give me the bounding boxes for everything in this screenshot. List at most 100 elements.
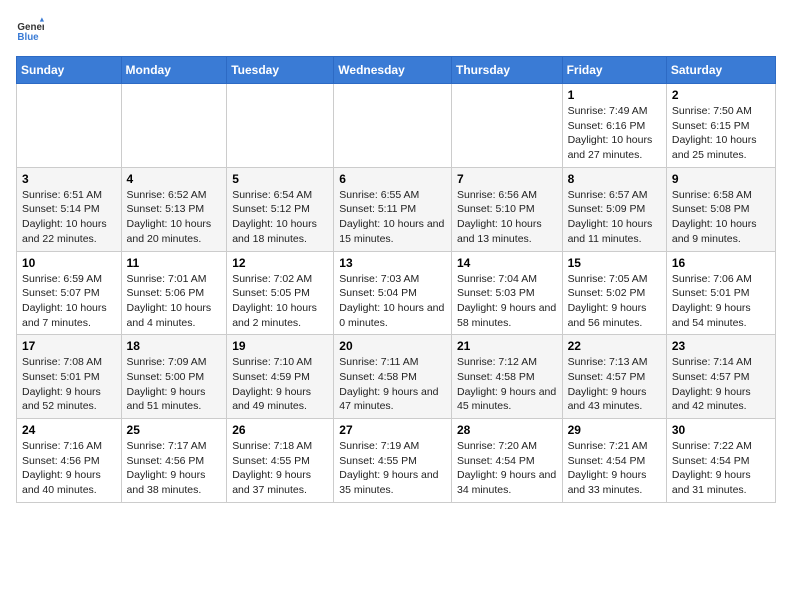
day-info: Sunrise: 7:01 AM Sunset: 5:06 PM Dayligh… xyxy=(127,272,222,331)
day-info: Sunrise: 7:20 AM Sunset: 4:54 PM Dayligh… xyxy=(457,439,557,498)
day-number: 19 xyxy=(232,339,328,353)
day-info: Sunrise: 7:08 AM Sunset: 5:01 PM Dayligh… xyxy=(22,355,116,414)
calendar-cell: 29 Sunrise: 7:21 AM Sunset: 4:54 PM Dayli… xyxy=(562,419,666,503)
day-info: Sunrise: 7:16 AM Sunset: 4:56 PM Dayligh… xyxy=(22,439,116,498)
day-number: 14 xyxy=(457,256,557,270)
day-number: 15 xyxy=(568,256,661,270)
day-info: Sunrise: 7:12 AM Sunset: 4:58 PM Dayligh… xyxy=(457,355,557,414)
calendar-cell: 5 Sunrise: 6:54 AM Sunset: 5:12 PM Daylig… xyxy=(227,167,334,251)
day-info: Sunrise: 6:54 AM Sunset: 5:12 PM Dayligh… xyxy=(232,188,328,247)
header-row: SundayMondayTuesdayWednesdayThursdayFrid… xyxy=(17,57,776,84)
calendar-table: SundayMondayTuesdayWednesdayThursdayFrid… xyxy=(16,56,776,503)
day-number: 17 xyxy=(22,339,116,353)
weekday-header: Saturday xyxy=(666,57,775,84)
calendar-cell: 7Sunrise: 6:56 AM Sunset: 5:10 PM Daylig… xyxy=(451,167,562,251)
day-number: 12 xyxy=(232,256,328,270)
calendar-cell xyxy=(121,84,227,168)
day-number: 20 xyxy=(339,339,446,353)
calendar-cell: 20 Sunrise: 7:11 AM Sunset: 4:58 PM Dayli… xyxy=(334,335,452,419)
day-number: 8 xyxy=(568,172,661,186)
calendar-cell: 16 Sunrise: 7:06 AM Sunset: 5:01 PM Dayli… xyxy=(666,251,775,335)
calendar-cell xyxy=(334,84,452,168)
day-number: 10 xyxy=(22,256,116,270)
calendar-row: 10 Sunrise: 6:59 AM Sunset: 5:07 PM Dayli… xyxy=(17,251,776,335)
calendar-cell: 22Sunrise: 7:13 AM Sunset: 4:57 PM Dayli… xyxy=(562,335,666,419)
weekday-header: Sunday xyxy=(17,57,122,84)
calendar-cell: 24Sunrise: 7:16 AM Sunset: 4:56 PM Dayli… xyxy=(17,419,122,503)
day-number: 4 xyxy=(127,172,222,186)
day-info: Sunrise: 7:50 AM Sunset: 6:15 PM Dayligh… xyxy=(672,104,770,163)
calendar-cell: 4 Sunrise: 6:52 AM Sunset: 5:13 PM Daylig… xyxy=(121,167,227,251)
day-info: Sunrise: 6:58 AM Sunset: 5:08 PM Dayligh… xyxy=(672,188,770,247)
day-info: Sunrise: 6:59 AM Sunset: 5:07 PM Dayligh… xyxy=(22,272,116,331)
svg-text:Blue: Blue xyxy=(17,32,39,43)
weekday-header: Thursday xyxy=(451,57,562,84)
calendar-cell: 21Sunrise: 7:12 AM Sunset: 4:58 PM Dayli… xyxy=(451,335,562,419)
day-number: 11 xyxy=(127,256,222,270)
calendar-row: 17 Sunrise: 7:08 AM Sunset: 5:01 PM Dayli… xyxy=(17,335,776,419)
calendar-cell: 10 Sunrise: 6:59 AM Sunset: 5:07 PM Dayli… xyxy=(17,251,122,335)
calendar-cell xyxy=(227,84,334,168)
day-info: Sunrise: 7:21 AM Sunset: 4:54 PM Dayligh… xyxy=(568,439,661,498)
calendar-cell: 30 Sunrise: 7:22 AM Sunset: 4:54 PM Dayli… xyxy=(666,419,775,503)
day-info: Sunrise: 7:04 AM Sunset: 5:03 PM Dayligh… xyxy=(457,272,557,331)
day-info: Sunrise: 7:17 AM Sunset: 4:56 PM Dayligh… xyxy=(127,439,222,498)
day-info: Sunrise: 6:55 AM Sunset: 5:11 PM Dayligh… xyxy=(339,188,446,247)
day-info: Sunrise: 7:05 AM Sunset: 5:02 PM Dayligh… xyxy=(568,272,661,331)
day-number: 13 xyxy=(339,256,446,270)
calendar-cell: 26 Sunrise: 7:18 AM Sunset: 4:55 PM Dayli… xyxy=(227,419,334,503)
day-number: 18 xyxy=(127,339,222,353)
calendar-cell: 15 Sunrise: 7:05 AM Sunset: 5:02 PM Dayli… xyxy=(562,251,666,335)
calendar-cell: 25 Sunrise: 7:17 AM Sunset: 4:56 PM Dayli… xyxy=(121,419,227,503)
calendar-cell: 3 Sunrise: 6:51 AM Sunset: 5:14 PM Daylig… xyxy=(17,167,122,251)
day-info: Sunrise: 7:06 AM Sunset: 5:01 PM Dayligh… xyxy=(672,272,770,331)
calendar-cell: 14 Sunrise: 7:04 AM Sunset: 5:03 PM Dayli… xyxy=(451,251,562,335)
day-info: Sunrise: 7:10 AM Sunset: 4:59 PM Dayligh… xyxy=(232,355,328,414)
calendar-cell: 23 Sunrise: 7:14 AM Sunset: 4:57 PM Dayli… xyxy=(666,335,775,419)
header: General Blue xyxy=(16,16,776,44)
calendar-row: 24Sunrise: 7:16 AM Sunset: 4:56 PM Dayli… xyxy=(17,419,776,503)
weekday-header: Tuesday xyxy=(227,57,334,84)
calendar-cell: 13Sunrise: 7:03 AM Sunset: 5:04 PM Dayli… xyxy=(334,251,452,335)
calendar-cell: 11 Sunrise: 7:01 AM Sunset: 5:06 PM Dayli… xyxy=(121,251,227,335)
day-info: Sunrise: 6:51 AM Sunset: 5:14 PM Dayligh… xyxy=(22,188,116,247)
calendar-body: 1Sunrise: 7:49 AM Sunset: 6:16 PM Daylig… xyxy=(17,84,776,503)
day-info: Sunrise: 7:14 AM Sunset: 4:57 PM Dayligh… xyxy=(672,355,770,414)
day-number: 6 xyxy=(339,172,446,186)
day-number: 27 xyxy=(339,423,446,437)
calendar-cell: 1Sunrise: 7:49 AM Sunset: 6:16 PM Daylig… xyxy=(562,84,666,168)
day-number: 9 xyxy=(672,172,770,186)
calendar-cell: 8Sunrise: 6:57 AM Sunset: 5:09 PM Daylig… xyxy=(562,167,666,251)
day-number: 25 xyxy=(127,423,222,437)
day-info: Sunrise: 7:11 AM Sunset: 4:58 PM Dayligh… xyxy=(339,355,446,414)
day-number: 23 xyxy=(672,339,770,353)
weekday-header: Wednesday xyxy=(334,57,452,84)
calendar-header: SundayMondayTuesdayWednesdayThursdayFrid… xyxy=(17,57,776,84)
calendar-row: 3 Sunrise: 6:51 AM Sunset: 5:14 PM Daylig… xyxy=(17,167,776,251)
calendar-cell: 17 Sunrise: 7:08 AM Sunset: 5:01 PM Dayli… xyxy=(17,335,122,419)
day-info: Sunrise: 7:13 AM Sunset: 4:57 PM Dayligh… xyxy=(568,355,661,414)
calendar-cell xyxy=(17,84,122,168)
calendar-cell: 12 Sunrise: 7:02 AM Sunset: 5:05 PM Dayli… xyxy=(227,251,334,335)
day-number: 28 xyxy=(457,423,557,437)
day-info: Sunrise: 7:02 AM Sunset: 5:05 PM Dayligh… xyxy=(232,272,328,331)
weekday-header: Monday xyxy=(121,57,227,84)
calendar-cell: 9 Sunrise: 6:58 AM Sunset: 5:08 PM Daylig… xyxy=(666,167,775,251)
calendar-cell: 6 Sunrise: 6:55 AM Sunset: 5:11 PM Daylig… xyxy=(334,167,452,251)
day-number: 3 xyxy=(22,172,116,186)
day-info: Sunrise: 6:56 AM Sunset: 5:10 PM Dayligh… xyxy=(457,188,557,247)
calendar-row: 1Sunrise: 7:49 AM Sunset: 6:16 PM Daylig… xyxy=(17,84,776,168)
day-number: 5 xyxy=(232,172,328,186)
day-number: 30 xyxy=(672,423,770,437)
day-info: Sunrise: 7:22 AM Sunset: 4:54 PM Dayligh… xyxy=(672,439,770,498)
day-info: Sunrise: 6:52 AM Sunset: 5:13 PM Dayligh… xyxy=(127,188,222,247)
day-number: 29 xyxy=(568,423,661,437)
day-number: 2 xyxy=(672,88,770,102)
day-number: 26 xyxy=(232,423,328,437)
day-info: Sunrise: 7:18 AM Sunset: 4:55 PM Dayligh… xyxy=(232,439,328,498)
day-number: 16 xyxy=(672,256,770,270)
calendar-cell: 18Sunrise: 7:09 AM Sunset: 5:00 PM Dayli… xyxy=(121,335,227,419)
calendar-cell xyxy=(451,84,562,168)
logo: General Blue xyxy=(16,16,48,44)
calendar-cell: 19 Sunrise: 7:10 AM Sunset: 4:59 PM Dayli… xyxy=(227,335,334,419)
